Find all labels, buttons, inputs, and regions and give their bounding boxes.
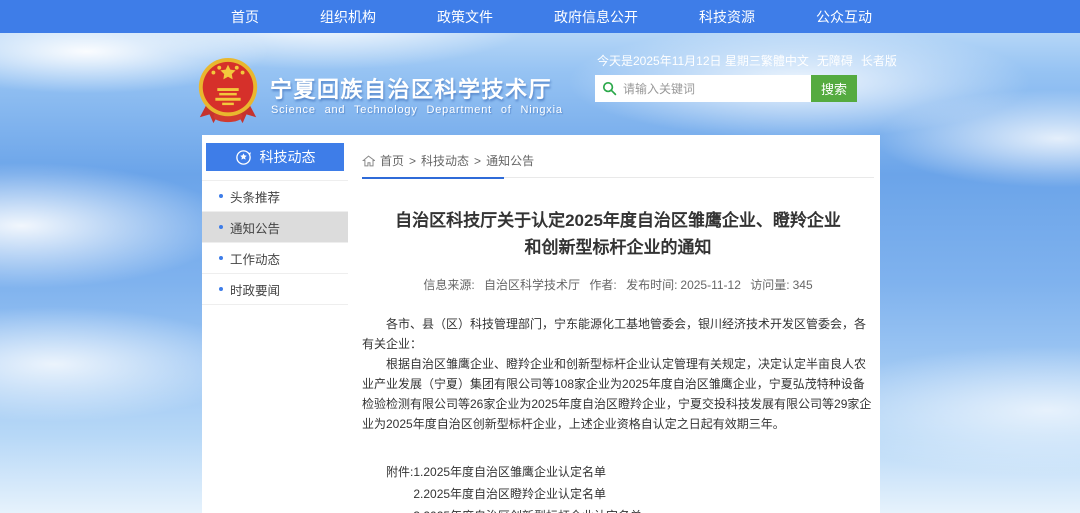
current-date: 今天是2025年11月12日 星期三 — [597, 52, 761, 69]
meta-source-label: 信息来源: — [423, 278, 478, 292]
content-panel: 科技动态 头条推荐 通知公告 工作动态 时政要闻 — [202, 135, 880, 513]
search-icon — [602, 81, 617, 96]
meta-author-label: 作者: — [589, 278, 620, 292]
sidebar-title: 科技动态 — [260, 147, 316, 167]
article-title-line1: 自治区科技厅关于认定2025年度自治区雏鹰企业、瞪羚企业 — [362, 207, 874, 234]
search-box: 搜索 — [595, 75, 857, 102]
breadcrumb-separator: > — [409, 154, 416, 168]
national-emblem-logo — [196, 56, 260, 126]
sidebar-item-label: 通知公告 — [230, 218, 280, 237]
sidebar-item-notices[interactable]: 通知公告 — [202, 212, 348, 243]
sidebar-item-label: 工作动态 — [230, 249, 280, 268]
article-paragraph-2: 根据自治区雏鹰企业、瞪羚企业和创新型标杆企业认定管理有关规定，决定认定半亩良人农… — [362, 354, 874, 434]
link-accessibility[interactable]: 无障碍 — [817, 52, 853, 69]
attachment-link-3[interactable]: 3.2025年度自治区创新型标杆企业认定名单 — [413, 505, 642, 513]
sidebar-item-label: 头条推荐 — [230, 187, 280, 206]
sidebar-item-label: 时政要闻 — [230, 280, 280, 299]
meta-views-label: 访问量: — [750, 278, 789, 292]
meta-views: 345 — [793, 278, 813, 292]
meta-publish-date: 2025-11-12 — [680, 278, 741, 292]
nav-item-policy-documents[interactable]: 政策文件 — [437, 7, 493, 27]
sidebar-header: 科技动态 — [206, 143, 344, 171]
link-elderly-version[interactable]: 长者版 — [861, 52, 897, 69]
article-paragraph-1: 各市、县（区）科技管理部门，宁东能源化工基地管委会，银川经济技术开发区管委会，各… — [362, 314, 874, 354]
search-input[interactable] — [623, 82, 804, 96]
breadcrumb: 首页 > 科技动态 > 通知公告 — [362, 135, 874, 178]
nav-item-sci-tech-resources[interactable]: 科技资源 — [699, 7, 755, 27]
bullet-dot — [219, 256, 223, 260]
nav-item-organization[interactable]: 组织机构 — [320, 7, 376, 27]
attachment-link-2[interactable]: 2.2025年度自治区瞪羚企业认定名单 — [413, 483, 642, 505]
nav-item-gov-info-disclosure[interactable]: 政府信息公开 — [554, 7, 638, 27]
sidebar-item-work-news[interactable]: 工作动态 — [202, 243, 348, 274]
article-area: 首页 > 科技动态 > 通知公告 自治区科技厅关于认定2025年度自治区雏鹰企业… — [362, 135, 874, 513]
nav-item-home[interactable]: 首页 — [231, 7, 259, 27]
page-background: 首页 组织机构 政策文件 政府信息公开 科技资源 公众互动 宁夏回族自治区科学技… — [0, 0, 1080, 513]
home-icon — [362, 155, 375, 167]
article-body: 各市、县（区）科技管理部门，宁东能源化工基地管委会，银川经济技术开发区管委会，各… — [362, 314, 874, 434]
breadcrumb-home[interactable]: 首页 — [380, 152, 404, 169]
breadcrumb-section[interactable]: 科技动态 — [421, 152, 469, 169]
meta-publish-label: 发布时间: — [626, 278, 677, 292]
breadcrumb-active-underline — [362, 177, 504, 179]
sidebar-item-current-affairs[interactable]: 时政要闻 — [202, 274, 348, 305]
header-utility-row: 今天是2025年11月12日 星期三 繁體中文 无障碍 长者版 — [597, 52, 873, 69]
sidebar-menu: 头条推荐 通知公告 工作动态 时政要闻 — [202, 180, 348, 305]
article-title: 自治区科技厅关于认定2025年度自治区雏鹰企业、瞪羚企业 和创新型标杆企业的通知 — [362, 207, 874, 261]
sidebar-item-headlines[interactable]: 头条推荐 — [202, 181, 348, 212]
bullet-dot — [219, 287, 223, 291]
article-meta: 信息来源: 自治区科学技术厅 作者: 发布时间:2025-11-12 访问量: 3… — [362, 276, 874, 293]
site-subtitle: Science and Technology Department of Nin… — [271, 104, 563, 116]
attachments-label: 附件: — [386, 461, 413, 513]
attachments: 附件: 1.2025年度自治区雏鹰企业认定名单 2.2025年度自治区瞪羚企业认… — [362, 461, 874, 513]
article-title-line2: 和创新型标杆企业的通知 — [362, 234, 874, 261]
site-title: 宁夏回族自治区科学技术厅 — [270, 72, 552, 104]
link-traditional-chinese[interactable]: 繁體中文 — [761, 52, 809, 69]
bullet-dot — [219, 194, 223, 198]
news-rotation-icon — [235, 149, 252, 166]
bullet-dot — [219, 225, 223, 229]
attachment-link-1[interactable]: 1.2025年度自治区雏鹰企业认定名单 — [413, 461, 642, 483]
sidebar: 科技动态 头条推荐 通知公告 工作动态 时政要闻 — [202, 135, 348, 513]
breadcrumb-current: 通知公告 — [486, 152, 534, 169]
search-button[interactable]: 搜索 — [811, 75, 857, 102]
nav-item-public-interaction[interactable]: 公众互动 — [816, 7, 872, 27]
top-navigation: 首页 组织机构 政策文件 政府信息公开 科技资源 公众互动 — [0, 0, 1080, 33]
meta-source: 自治区科学技术厅 — [484, 278, 580, 292]
breadcrumb-separator: > — [474, 154, 481, 168]
